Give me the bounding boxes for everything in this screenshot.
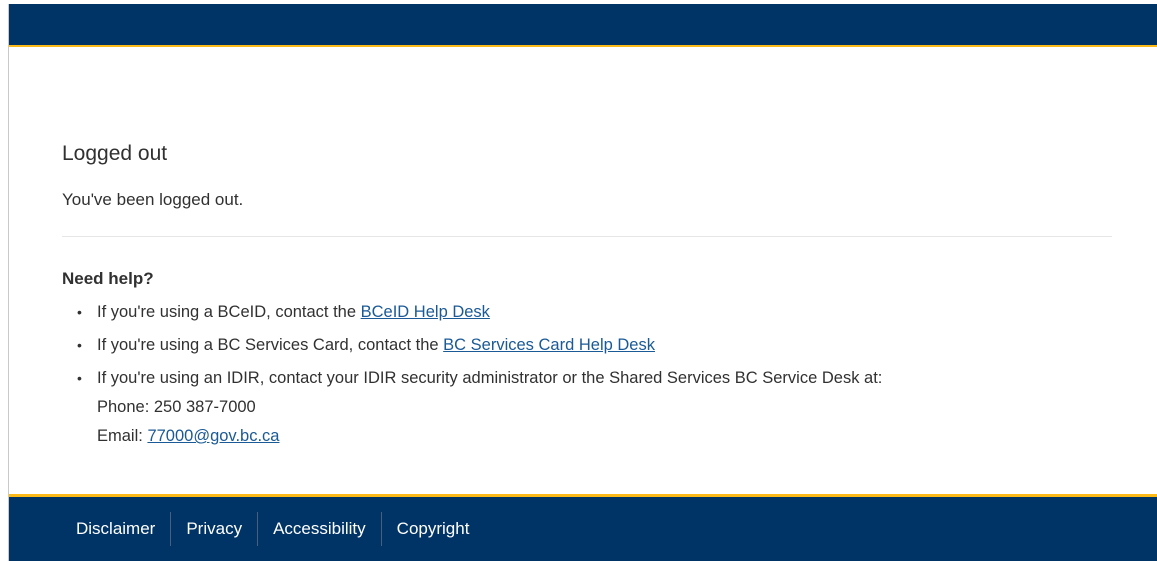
- help-item-idir: • If you're using an IDIR, contact your …: [62, 366, 1112, 449]
- bceid-help-desk-link[interactable]: BCeID Help Desk: [361, 303, 490, 321]
- help-item-bceid: • If you're using a BCeID, contact the B…: [62, 300, 1112, 325]
- phone-number: Phone: 250 387-7000: [97, 398, 256, 416]
- main-content: Logged out You've been logged out. Need …: [62, 141, 1112, 457]
- page-title: Logged out: [62, 142, 168, 165]
- help-list: • If you're using a BCeID, contact the B…: [62, 300, 1112, 449]
- footer-link-copyright[interactable]: Copyright: [380, 512, 485, 546]
- divider: [62, 236, 1112, 237]
- email-link[interactable]: 77000@gov.bc.ca: [147, 427, 279, 445]
- footer-link-disclaimer[interactable]: Disclaimer: [63, 512, 170, 546]
- footer-link-accessibility[interactable]: Accessibility: [257, 512, 381, 546]
- help-item-text: If you're using a BCeID, contact the: [97, 303, 361, 321]
- footer: Disclaimer Privacy Accessibility Copyrig…: [9, 494, 1157, 561]
- page-frame: Logged out You've been logged out. Need …: [8, 4, 1157, 561]
- help-heading: Need help?: [62, 269, 154, 288]
- bullet-icon: •: [77, 370, 82, 386]
- email-line: Email: 77000@gov.bc.ca: [97, 424, 1112, 449]
- bc-services-card-help-desk-link[interactable]: BC Services Card Help Desk: [443, 336, 655, 354]
- header-bar: [9, 4, 1157, 47]
- help-item-text: If you're using an IDIR, contact your ID…: [97, 369, 883, 387]
- footer-link-privacy[interactable]: Privacy: [170, 512, 257, 546]
- bullet-icon: •: [77, 304, 82, 320]
- footer-nav: Disclaimer Privacy Accessibility Copyrig…: [63, 512, 484, 546]
- help-item-text: If you're using a BC Services Card, cont…: [97, 336, 444, 354]
- bullet-icon: •: [77, 337, 82, 353]
- logout-message: You've been logged out.: [62, 190, 244, 209]
- help-item-bc-services-card: • If you're using a BC Services Card, co…: [62, 333, 1112, 358]
- email-label: Email:: [97, 427, 148, 445]
